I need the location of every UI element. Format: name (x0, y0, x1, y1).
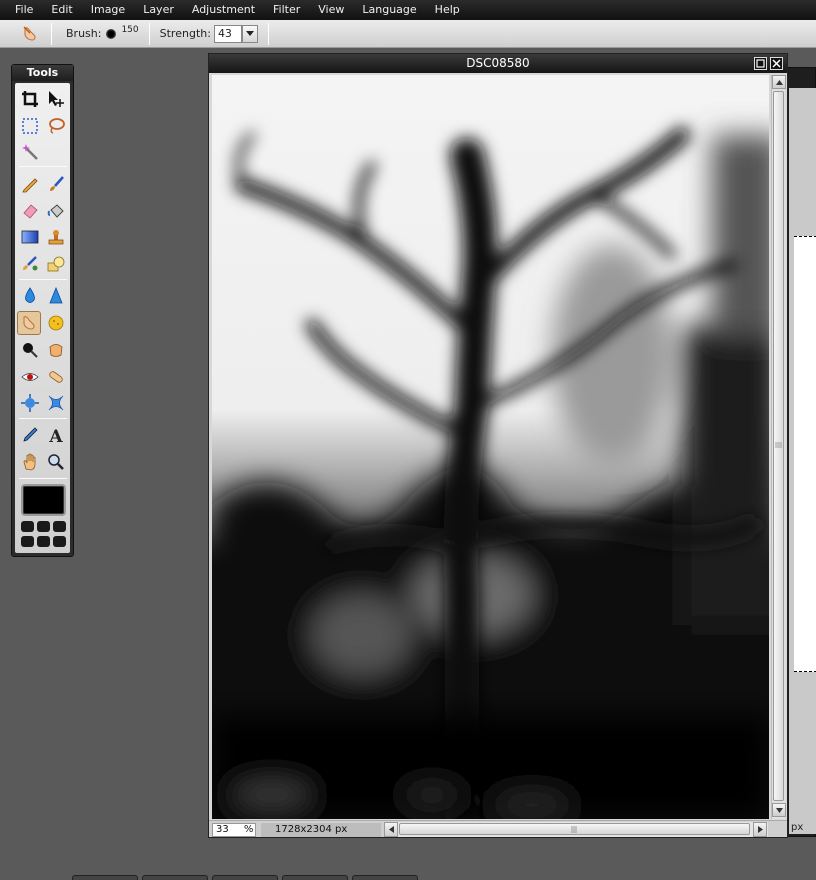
pinch-icon[interactable] (44, 391, 68, 415)
blur-icon[interactable] (18, 284, 42, 308)
red-eye-icon[interactable] (18, 365, 42, 389)
tool-options-bar: Brush: 150 Strength: 43 (0, 20, 816, 48)
grip-icon (571, 826, 577, 833)
maximize-icon (756, 59, 765, 68)
sponge-icon[interactable] (44, 311, 68, 335)
chevron-down-icon (775, 807, 783, 813)
window-tab[interactable] (282, 875, 348, 880)
foreground-color-swatch[interactable] (21, 484, 66, 516)
chevron-left-icon (388, 826, 394, 833)
scroll-right-button[interactable] (753, 822, 767, 837)
strength-input[interactable]: 43 (213, 24, 242, 43)
image-window-titlebar[interactable]: DSC08580 (209, 54, 787, 73)
brush-preview[interactable] (106, 28, 117, 39)
background-canvas (794, 236, 816, 672)
tools-title: Tools (12, 65, 73, 81)
horizontal-scroll-thumb[interactable] (399, 823, 750, 835)
photo-image (212, 75, 769, 819)
move-icon[interactable] (44, 87, 68, 111)
color-replace-icon[interactable] (18, 252, 42, 276)
zoom-icon[interactable] (44, 450, 68, 474)
vertical-scrollbar[interactable] (771, 75, 786, 819)
image-canvas[interactable] (212, 75, 769, 819)
brush-size[interactable]: 150 (121, 26, 138, 35)
scroll-up-button[interactable] (772, 75, 786, 89)
grip-icon (775, 442, 782, 448)
divider (267, 22, 269, 45)
menu-language[interactable]: Language (362, 0, 416, 20)
menu-edit[interactable]: Edit (51, 0, 72, 20)
divider (51, 22, 52, 45)
finger-smudge-icon (19, 23, 41, 45)
divider (19, 279, 67, 280)
paint-bucket-icon[interactable] (44, 199, 68, 223)
sharpen-icon[interactable] (44, 284, 68, 308)
divider (19, 418, 67, 419)
menu-file[interactable]: File (15, 0, 33, 20)
smudge-icon[interactable] (17, 311, 41, 335)
clone-stamp-icon[interactable] (44, 225, 68, 249)
zoom-input[interactable]: 33 % (212, 823, 256, 837)
draw-shape-icon[interactable] (44, 252, 68, 276)
svg-text:A: A (48, 427, 63, 444)
lasso-icon[interactable] (44, 114, 68, 138)
menu-bar: File Edit Image Layer Adjustment Filter … (0, 0, 816, 20)
window-tab[interactable] (72, 875, 138, 880)
menu-layer[interactable]: Layer (143, 0, 174, 20)
marquee-select-icon[interactable] (18, 114, 42, 138)
dodge-icon[interactable] (18, 338, 42, 362)
zoom-value: 33 (216, 824, 229, 835)
crop-icon[interactable] (18, 87, 42, 111)
zoom-unit: % (243, 824, 254, 835)
menu-filter[interactable]: Filter (273, 0, 300, 20)
maximize-button[interactable] (754, 57, 767, 70)
menu-adjustment[interactable]: Adjustment (192, 0, 255, 20)
burn-icon[interactable] (44, 338, 68, 362)
tools-body: A (15, 83, 70, 553)
swatch-slot[interactable] (21, 521, 34, 532)
image-window-title: DSC08580 (466, 56, 530, 70)
menu-view[interactable]: View (318, 0, 344, 20)
window-tab[interactable] (212, 875, 278, 880)
image-status-bar: 33 % 1728x2304 px (209, 820, 787, 837)
swatch-slot[interactable] (37, 521, 50, 532)
bloat-icon[interactable] (18, 391, 42, 415)
image-dimensions: 1728x2304 px (261, 823, 381, 837)
magic-wand-icon[interactable] (18, 140, 42, 164)
chevron-down-icon (245, 31, 254, 36)
strength-label: Strength: (159, 27, 211, 40)
chevron-right-icon (757, 826, 763, 833)
close-button[interactable] (770, 57, 783, 70)
hand-icon[interactable] (18, 450, 42, 474)
close-icon (772, 59, 781, 68)
image-window: DSC08580 33 % 1728x2304 px (208, 53, 788, 838)
swatch-slot[interactable] (37, 536, 50, 547)
strength-dropdown-button[interactable] (241, 24, 258, 43)
window-tab[interactable] (352, 875, 418, 880)
menu-image[interactable]: Image (91, 0, 125, 20)
background-unit-label: px (791, 822, 804, 833)
swatch-slot[interactable] (21, 536, 34, 547)
chevron-up-icon (775, 79, 783, 85)
horizontal-scrollbar[interactable] (384, 822, 768, 837)
tools-panel: Tools A (11, 64, 74, 557)
pencil-icon[interactable] (18, 172, 42, 196)
scroll-left-button[interactable] (384, 822, 398, 837)
swatch-slot[interactable] (53, 521, 66, 532)
vertical-scroll-thumb[interactable] (773, 91, 784, 801)
divider (19, 166, 67, 167)
menu-help[interactable]: Help (435, 0, 460, 20)
divider (19, 478, 67, 479)
divider (148, 22, 150, 45)
eraser-icon[interactable] (18, 199, 42, 223)
color-picker-icon[interactable] (18, 423, 42, 447)
brush-icon[interactable] (44, 172, 68, 196)
type-icon[interactable]: A (44, 423, 68, 447)
scroll-down-button[interactable] (772, 803, 786, 817)
window-tab[interactable] (142, 875, 208, 880)
spot-heal-icon[interactable] (44, 365, 68, 389)
brush-label: Brush: (66, 27, 102, 40)
swatch-slot[interactable] (53, 536, 66, 547)
gradient-icon[interactable] (18, 225, 42, 249)
